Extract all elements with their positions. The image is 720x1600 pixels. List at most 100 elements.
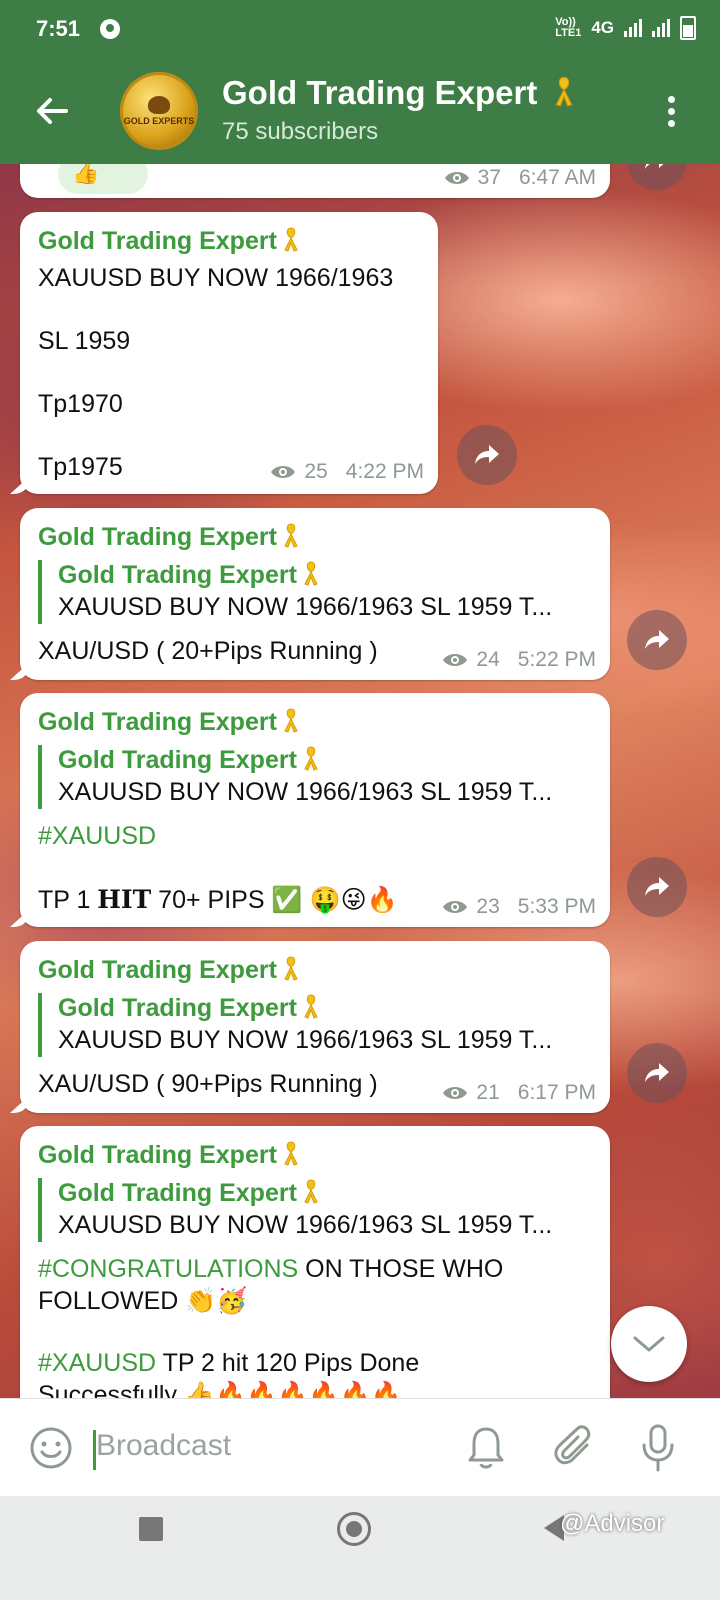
bell-icon[interactable] bbox=[466, 1425, 506, 1471]
share-arrow-icon bbox=[645, 630, 669, 649]
sender-name: Gold Trading Expert bbox=[38, 522, 299, 552]
home-button[interactable] bbox=[337, 1512, 371, 1546]
share-arrow-icon bbox=[645, 1063, 669, 1082]
reply-quote[interactable]: Gold Trading Expert XAUUSD BUY NOW 1966/… bbox=[38, 745, 552, 809]
message-time: 5:33 PM bbox=[517, 895, 596, 918]
share-button[interactable] bbox=[627, 610, 687, 670]
thumbs-up-icon: 👍 bbox=[72, 164, 100, 185]
chevron-down-icon bbox=[633, 1336, 665, 1352]
sender-name: Gold Trading Expert bbox=[38, 1140, 299, 1170]
share-arrow-icon bbox=[475, 445, 499, 464]
share-button[interactable] bbox=[627, 164, 687, 190]
status-bar: 7:51 Vo)) LTE1 4G bbox=[0, 0, 720, 58]
reply-quote[interactable]: Gold Trading Expert XAUUSD BUY NOW 1966/… bbox=[38, 560, 552, 624]
message-text-part: 70+ PIPS ✅ 🤑😜🔥 bbox=[151, 886, 398, 914]
back-arrow-icon[interactable] bbox=[32, 91, 72, 131]
reply-sender: Gold Trading Expert bbox=[58, 993, 552, 1023]
sender-name-text: Gold Trading Expert bbox=[38, 1141, 277, 1169]
message-meta: 21 6:17 PM bbox=[442, 1081, 596, 1105]
reply-quote[interactable]: Gold Trading Expert XAUUSD BUY NOW 1966/… bbox=[38, 1178, 552, 1242]
message-text: #CONGRATULATIONS ON THOSE WHO bbox=[38, 1254, 503, 1285]
message-meta: 37 6:47 AM bbox=[444, 166, 596, 190]
signal-icon bbox=[624, 19, 642, 37]
battery-icon bbox=[680, 16, 696, 40]
message-time: 6:47 AM bbox=[518, 166, 596, 189]
eye-icon bbox=[443, 1087, 468, 1099]
message-list[interactable]: 👍 37 6:47 AM Gold Trading Expert XAUUSD … bbox=[0, 164, 720, 1426]
ribbon-icon bbox=[304, 994, 318, 1019]
more-options-icon[interactable] bbox=[668, 96, 676, 128]
eye-icon bbox=[443, 901, 468, 913]
message-bubble[interactable]: 👍 37 6:47 AM bbox=[20, 164, 610, 198]
message-meta: 23 5:33 PM bbox=[442, 895, 596, 919]
sender-name-text: Gold Trading Expert bbox=[38, 523, 277, 551]
scroll-down-button[interactable] bbox=[611, 1306, 687, 1382]
reply-quote[interactable]: Gold Trading Expert XAUUSD BUY NOW 1966/… bbox=[38, 993, 552, 1057]
reaction-pill[interactable]: 👍 bbox=[58, 164, 148, 194]
lion-icon bbox=[148, 96, 170, 114]
message-meta: 25 4:22 PM bbox=[270, 460, 424, 484]
ribbon-icon bbox=[284, 523, 298, 548]
reply-sender: Gold Trading Expert bbox=[58, 745, 552, 775]
ribbon-icon bbox=[304, 561, 318, 586]
sender-name: Gold Trading Expert bbox=[38, 226, 299, 256]
message-bubble[interactable]: Gold Trading Expert Gold Trading Expert … bbox=[20, 1126, 610, 1426]
avatar-label: GOLD EXPERTS bbox=[123, 116, 195, 126]
message-text: #XAUUSD TP 2 hit 120 Pips Done bbox=[38, 1348, 419, 1379]
chat-header: GOLD EXPERTS Gold Trading Expert 75 subs… bbox=[0, 58, 720, 164]
ribbon-icon bbox=[304, 1179, 318, 1204]
sender-name: Gold Trading Expert bbox=[38, 707, 299, 737]
reply-sender-text: Gold Trading Expert bbox=[58, 746, 297, 774]
share-button[interactable] bbox=[627, 857, 687, 917]
channel-avatar[interactable]: GOLD EXPERTS bbox=[120, 72, 198, 150]
reply-sender: Gold Trading Expert bbox=[58, 1178, 552, 1208]
watermark: @Advisor bbox=[560, 1510, 665, 1537]
reply-text: XAUUSD BUY NOW 1966/1963 SL 1959 T... bbox=[58, 593, 553, 621]
reply-sender-text: Gold Trading Expert bbox=[58, 561, 297, 589]
share-button[interactable] bbox=[627, 1043, 687, 1103]
microphone-icon[interactable] bbox=[640, 1423, 676, 1473]
message-bubble[interactable]: Gold Trading Expert Gold Trading Expert … bbox=[20, 508, 610, 680]
message-bubble[interactable]: Gold Trading Expert Gold Trading Expert … bbox=[20, 941, 610, 1113]
recents-button[interactable] bbox=[139, 1517, 163, 1541]
message-text: XAU/USD ( 20+Pips Running ) bbox=[38, 637, 378, 665]
message-bubble[interactable]: Gold Trading Expert Gold Trading Expert … bbox=[20, 693, 610, 927]
reply-sender-text: Gold Trading Expert bbox=[58, 1179, 297, 1207]
notification-icon bbox=[100, 19, 120, 39]
message-text: XAU/USD ( 90+Pips Running ) bbox=[38, 1070, 378, 1098]
share-arrow-icon bbox=[645, 877, 669, 896]
message-bubble[interactable]: Gold Trading Expert XAUUSD BUY NOW 1966/… bbox=[20, 212, 438, 494]
subscriber-count: 75 subscribers bbox=[222, 118, 379, 145]
sender-name-text: Gold Trading Expert bbox=[38, 956, 277, 984]
reply-text: XAUUSD BUY NOW 1966/1963 SL 1959 T... bbox=[58, 1211, 553, 1239]
sender-name: Gold Trading Expert bbox=[38, 955, 299, 985]
channel-title[interactable]: Gold Trading Expert bbox=[222, 74, 575, 112]
message-text-part: TP 1 bbox=[38, 886, 98, 914]
message-text-part: TP 2 hit 120 Pips Done bbox=[156, 1349, 420, 1377]
broadcast-input[interactable]: Broadcast bbox=[96, 1429, 231, 1463]
ribbon-icon bbox=[284, 1141, 298, 1166]
ribbon-icon bbox=[284, 708, 298, 733]
status-icons: Vo)) LTE1 4G bbox=[555, 16, 696, 40]
reply-sender: Gold Trading Expert bbox=[58, 560, 552, 590]
share-arrow-icon bbox=[645, 164, 664, 169]
message-time: 4:22 PM bbox=[345, 460, 424, 483]
message-meta: 24 5:22 PM bbox=[442, 648, 596, 672]
message-text: XAUUSD BUY NOW 1966/1963 bbox=[38, 264, 394, 292]
reply-text: XAUUSD BUY NOW 1966/1963 SL 1959 T... bbox=[58, 1026, 553, 1054]
ribbon-icon bbox=[555, 76, 572, 107]
message-text: Tp1970 bbox=[38, 390, 123, 418]
attach-icon[interactable] bbox=[553, 1425, 597, 1469]
share-button[interactable] bbox=[457, 425, 517, 485]
emoji-icon[interactable] bbox=[29, 1426, 73, 1470]
view-count: 24 bbox=[476, 648, 500, 671]
hashtag-link[interactable]: #XAUUSD bbox=[38, 821, 156, 852]
status-time: 7:51 bbox=[36, 16, 81, 41]
hashtag-link[interactable]: #CONGRATULATIONS bbox=[38, 1255, 298, 1283]
hashtag-link[interactable]: #XAUUSD bbox=[38, 1349, 156, 1377]
channel-title-text: Gold Trading Expert bbox=[222, 74, 538, 111]
message-text-bold: HIT bbox=[97, 885, 152, 914]
ribbon-icon bbox=[284, 956, 298, 981]
reply-sender-text: Gold Trading Expert bbox=[58, 994, 297, 1022]
message-text: SL 1959 bbox=[38, 327, 131, 355]
